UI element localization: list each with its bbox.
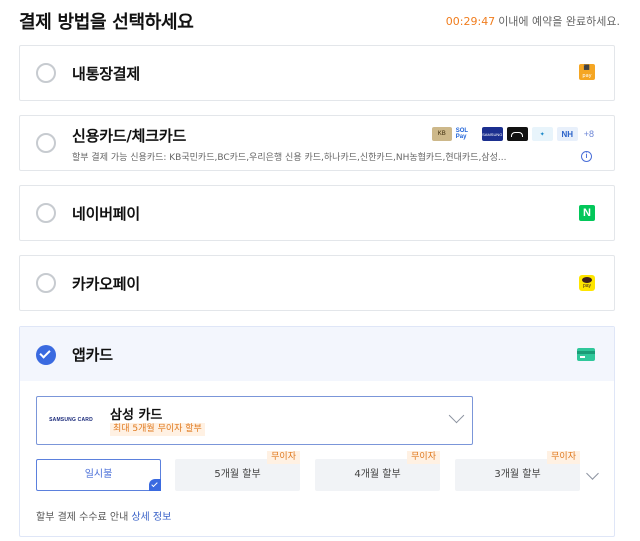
- app-card-header[interactable]: 앱카드: [20, 327, 614, 381]
- option-label: 내통장결제: [72, 65, 141, 83]
- installment-5-months[interactable]: 5개월 할부 무이자: [175, 451, 300, 491]
- payment-option-bank-transfer[interactable]: 내통장결제 ⬛ pay: [19, 45, 615, 101]
- woori-card-logo: ✦: [531, 127, 553, 141]
- installment-label: 5개월 할부: [214, 469, 261, 480]
- fee-detail-link[interactable]: 상세 정보: [131, 512, 171, 523]
- timer-suffix: 이내에 예약을 완료하세요.: [498, 15, 620, 28]
- radio-credit-card[interactable]: [36, 133, 56, 153]
- option-label: 카카오페이: [72, 275, 141, 293]
- sol-pay-logo: SOL Pay: [455, 127, 478, 141]
- fee-note-text: 할부 결제 수수료 안내: [36, 512, 129, 523]
- installment-label: 일시불: [84, 469, 113, 480]
- chevron-down-icon[interactable]: [448, 407, 465, 424]
- option-label: 네이버페이: [72, 205, 141, 223]
- chevron-down-icon[interactable]: [586, 467, 599, 480]
- kakao-pay-icon: pay: [579, 275, 595, 291]
- info-icon[interactable]: i: [581, 151, 592, 162]
- installment-lump-sum[interactable]: 일시불: [36, 459, 161, 491]
- payment-option-credit-card[interactable]: 신용카드/체크카드 KB SOL Pay SAMSUNG ✦ NH +8 할부 …: [19, 115, 615, 171]
- card-logos: KB SOL Pay SAMSUNG ✦ NH +8: [431, 126, 594, 142]
- page-header: 결제 방법을 선택하세요 00:29:47 이내에 예약을 완료하세요.: [19, 8, 620, 34]
- reservation-timer: 00:29:47 이내에 예약을 완료하세요.: [446, 13, 620, 29]
- installment-4-months[interactable]: 4개월 할부 무이자: [315, 451, 440, 491]
- interest-free-badge: 무이자: [267, 451, 300, 464]
- radio-kakao-pay[interactable]: [36, 273, 56, 293]
- samsung-card-logo: SAMSUNG CARD: [49, 417, 93, 423]
- installment-note: 할부 결제 가능 신용카드: KB국민카드,BC카드,우리은행 신용 카드,하나…: [72, 153, 507, 163]
- interest-free-promo: 최대 5개월 무이자 할부: [110, 423, 205, 436]
- installment-3-months[interactable]: 3개월 할부 무이자: [455, 451, 580, 491]
- timer-countdown: 00:29:47: [445, 15, 496, 28]
- interest-free-badge: 무이자: [407, 451, 440, 464]
- option-label: 신용카드/체크카드: [72, 127, 187, 145]
- installment-fee-note: 할부 결제 수수료 안내 상세 정보: [36, 508, 171, 523]
- more-cards-count: +8: [583, 129, 594, 139]
- payment-option-kakao-pay[interactable]: 카카오페이 pay: [19, 255, 615, 311]
- radio-naver-pay[interactable]: [36, 203, 56, 223]
- naepay-icon: ⬛ pay: [579, 64, 595, 80]
- kb-card-logo: KB: [431, 127, 452, 141]
- card-icon: [577, 348, 595, 361]
- selected-card-name: 삼성 카드: [110, 408, 163, 423]
- option-label: 앱카드: [72, 346, 113, 364]
- selected-check-icon: [149, 479, 161, 491]
- interest-free-badge: 무이자: [547, 451, 580, 464]
- samsung-card-logo: SAMSUNG: [481, 127, 503, 141]
- installment-label: 3개월 할부: [494, 469, 541, 480]
- radio-app-card-checked[interactable]: [36, 345, 56, 365]
- payment-option-app-card[interactable]: 앱카드 SAMSUNG CARD 삼성 카드 최대 5개월 무이자 할부 일시불…: [19, 326, 615, 537]
- installment-label: 4개월 할부: [354, 469, 401, 480]
- page-title: 결제 방법을 선택하세요: [19, 12, 194, 33]
- hyundai-card-logo: [506, 127, 528, 141]
- card-company-select[interactable]: SAMSUNG CARD 삼성 카드 최대 5개월 무이자 할부: [36, 396, 473, 445]
- radio-bank-transfer[interactable]: [36, 63, 56, 83]
- nh-card-logo: NH: [556, 127, 578, 141]
- naver-pay-icon: N: [579, 205, 595, 221]
- payment-option-naver-pay[interactable]: 네이버페이 N: [19, 185, 615, 241]
